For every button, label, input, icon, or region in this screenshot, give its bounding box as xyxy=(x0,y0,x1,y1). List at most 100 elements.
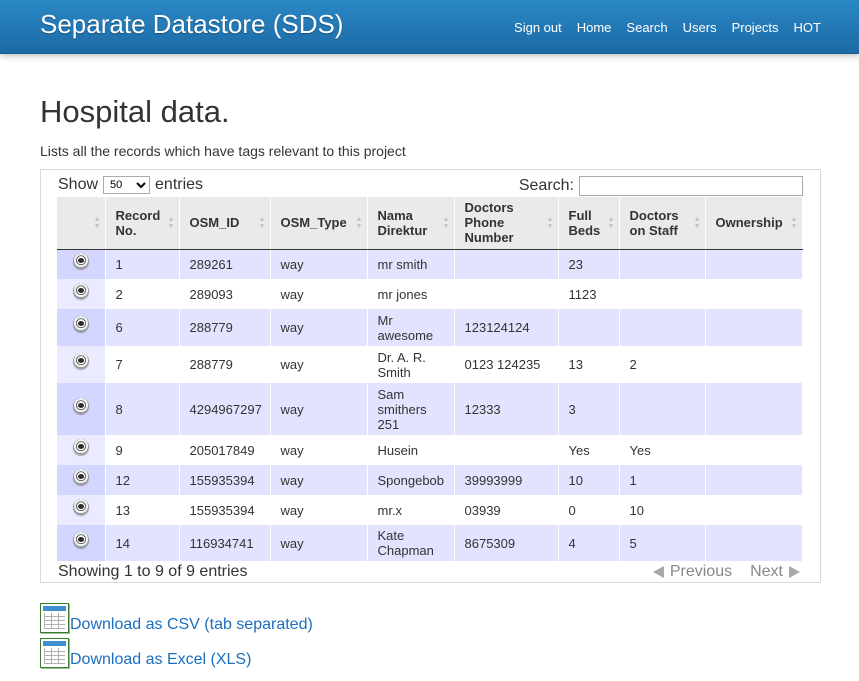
table-row: 8 4294967297 way Sam smithers 251 12333 … xyxy=(57,383,803,435)
cell-full-beds: 10 xyxy=(558,465,620,495)
table-row: 12 155935394 way Spongebob 39993999 10 1 xyxy=(57,465,803,495)
cell-osm-type: way xyxy=(270,279,368,309)
column-header-doctors-on-staff[interactable]: Doctors on Staff ▲ ▼ xyxy=(619,197,706,250)
view-eye-icon[interactable] xyxy=(72,397,89,414)
cell-osm-id: 288779 xyxy=(179,346,271,383)
cell-nama-direktur: mr smith xyxy=(367,249,455,279)
view-cell[interactable] xyxy=(57,495,106,525)
cell-full-beds: 23 xyxy=(558,249,620,279)
column-header-ownership[interactable]: Ownership ▲ ▼ xyxy=(705,197,803,250)
table-row: 9 205017849 way Husein Yes Yes xyxy=(57,435,803,465)
arrow-left-icon xyxy=(652,566,664,578)
view-eye-icon[interactable] xyxy=(72,531,89,548)
navbar: Separate Datastore (SDS) Sign out Home S… xyxy=(0,0,859,54)
cell-full-beds: 1123 xyxy=(558,279,620,309)
sort-icon: ▲ ▼ xyxy=(167,215,175,230)
view-cell[interactable] xyxy=(57,435,106,465)
cell-doctors-on-staff: 10 xyxy=(619,495,706,525)
column-header-nama-direktur[interactable]: Nama Direktur ▲ ▼ xyxy=(367,197,455,250)
view-eye-icon[interactable] xyxy=(72,282,89,299)
sort-icon: ▲ ▼ xyxy=(607,215,615,230)
cell-nama-direktur: Kate Chapman xyxy=(367,525,455,561)
view-eye-icon[interactable] xyxy=(72,316,89,332)
download-xls-link[interactable]: Download as Excel (XLS) xyxy=(40,638,251,668)
cell-record-no: 9 xyxy=(105,435,180,465)
view-eye-icon[interactable] xyxy=(72,252,89,269)
view-cell[interactable] xyxy=(57,465,106,495)
cell-ownership xyxy=(705,249,803,279)
cell-osm-id: 155935394 xyxy=(179,465,271,495)
cell-doctors-on-staff xyxy=(619,383,706,435)
previous-button[interactable]: Previous xyxy=(652,563,733,581)
arrow-right-icon xyxy=(789,566,800,578)
view-eye-icon[interactable] xyxy=(72,438,89,455)
view-cell[interactable] xyxy=(57,279,106,309)
column-header-record-no[interactable]: Record No. ▲ ▼ xyxy=(105,197,180,250)
cell-full-beds: Yes xyxy=(558,435,620,465)
cell-nama-direktur: mr jones xyxy=(367,279,455,309)
nav-users[interactable]: Users xyxy=(683,20,717,35)
entries-label: entries xyxy=(155,176,204,193)
cell-doctors-on-staff: 5 xyxy=(619,525,706,561)
view-cell[interactable] xyxy=(57,383,106,435)
cell-record-no: 6 xyxy=(105,309,180,346)
nav-search[interactable]: Search xyxy=(626,20,667,35)
cell-doctors-phone: 123124124 xyxy=(454,309,559,346)
cell-osm-id: 155935394 xyxy=(179,495,271,525)
cell-doctors-phone: 8675309 xyxy=(454,525,559,561)
download-csv-link[interactable]: Download as CSV (tab separated) xyxy=(40,603,313,633)
cell-ownership xyxy=(705,279,803,309)
view-cell[interactable] xyxy=(57,249,106,279)
cell-nama-direktur: Husein xyxy=(367,435,455,465)
cell-full-beds: 4 xyxy=(558,525,620,561)
cell-ownership xyxy=(705,495,803,525)
sort-icon: ▲ ▼ xyxy=(693,215,701,230)
cell-osm-id: 288779 xyxy=(179,309,271,346)
column-header-osm-type[interactable]: OSM_Type ▲ ▼ xyxy=(270,197,368,250)
cell-doctors-on-staff: 2 xyxy=(619,346,706,383)
table-body: 1 289261 way mr smith 23 2 289093 way mr… xyxy=(57,249,803,561)
cell-osm-type: way xyxy=(270,309,368,346)
sort-icon: ▲ ▼ xyxy=(258,215,266,230)
nav-projects[interactable]: Projects xyxy=(732,20,779,35)
view-eye-icon[interactable] xyxy=(72,468,89,485)
search-label: Search: xyxy=(518,177,574,194)
view-cell[interactable] xyxy=(57,346,106,383)
view-eye-icon[interactable] xyxy=(72,353,89,369)
view-cell[interactable] xyxy=(57,309,106,346)
table-row: 14 116934741 way Kate Chapman 8675309 4 … xyxy=(57,525,803,561)
page-length-select[interactable]: 50 xyxy=(103,176,151,194)
nav-home[interactable]: Home xyxy=(577,20,612,35)
cell-doctors-on-staff xyxy=(619,309,706,346)
column-header-doctors-phone[interactable]: Doctors Phone Number ▲ ▼ xyxy=(454,197,559,250)
search-input[interactable] xyxy=(579,176,803,196)
cell-ownership xyxy=(705,383,803,435)
cell-doctors-on-staff: Yes xyxy=(619,435,706,465)
column-header-view[interactable]: ▲ ▼ xyxy=(57,197,106,250)
cell-full-beds: 0 xyxy=(558,495,620,525)
next-button[interactable]: Next xyxy=(750,563,800,581)
cell-osm-type: way xyxy=(270,249,368,279)
cell-doctors-phone xyxy=(454,279,559,309)
sort-icon: ▲ ▼ xyxy=(93,215,101,230)
cell-doctors-on-staff xyxy=(619,249,706,279)
nav-sign-out[interactable]: Sign out xyxy=(514,20,562,35)
cell-doctors-phone: 12333 xyxy=(454,383,559,435)
nav-hot[interactable]: HOT xyxy=(794,20,821,35)
column-header-osm-id[interactable]: OSM_ID ▲ ▼ xyxy=(179,197,271,250)
cell-record-no: 13 xyxy=(105,495,180,525)
previous-label: Previous xyxy=(669,563,733,580)
cell-ownership xyxy=(705,309,803,346)
cell-record-no: 2 xyxy=(105,279,180,309)
view-eye-icon[interactable] xyxy=(72,498,89,515)
cell-osm-id: 116934741 xyxy=(179,525,271,561)
brand-link[interactable]: Separate Datastore (SDS) xyxy=(40,9,343,40)
column-header-full-beds[interactable]: Full Beds ▲ ▼ xyxy=(558,197,620,250)
sort-icon: ▲ ▼ xyxy=(790,215,798,230)
cell-osm-id: 4294967297 xyxy=(179,383,271,435)
view-cell[interactable] xyxy=(57,525,106,561)
sort-icon: ▲ ▼ xyxy=(546,215,554,230)
spreadsheet-icon xyxy=(40,638,69,668)
cell-record-no: 7 xyxy=(105,346,180,383)
download-xls-label: Download as Excel (XLS) xyxy=(70,651,252,668)
